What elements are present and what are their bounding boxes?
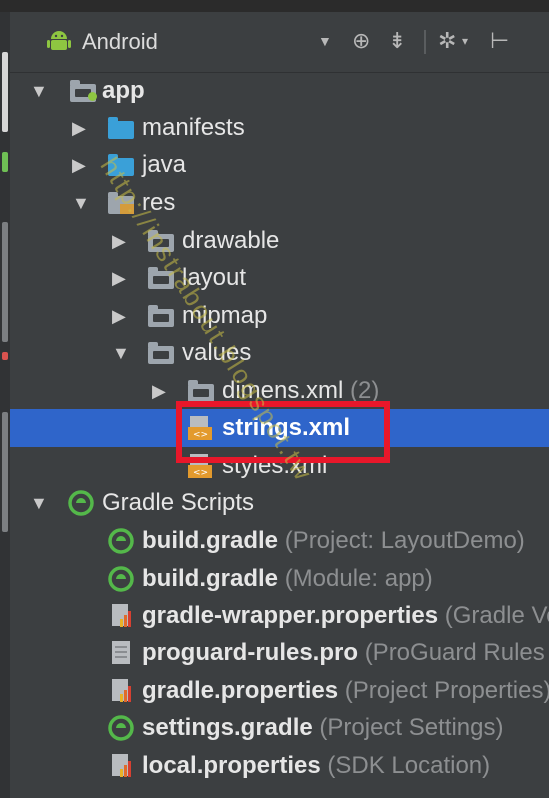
tree-label: Gradle Scripts	[102, 489, 255, 516]
collapsed-arrow-icon[interactable]: ▶	[72, 118, 86, 138]
properties-file-icon	[112, 754, 131, 777]
tree-label-wrap: gradle-wrapper.properties (Gradle Versio…	[142, 602, 549, 630]
gradle-icon	[68, 490, 94, 516]
tree-label: build.gradle	[142, 527, 279, 554]
dropdown-arrow-icon[interactable]: ▼	[318, 28, 332, 54]
tree-row-mipmap[interactable]: ▶ mipmap	[10, 297, 549, 335]
tree-label-wrap: build.gradle (Project: LayoutDemo)	[142, 527, 525, 555]
collapsed-arrow-icon[interactable]: ▶	[112, 231, 126, 251]
tree-row-values[interactable]: ▼ values	[10, 334, 549, 372]
tree-row-drawable[interactable]: ▶ drawable	[10, 222, 549, 260]
tree-label-wrap: local.properties (SDK Location)	[142, 752, 490, 780]
project-panel: Android ▼ ⊕ ⇟ ✲ ▾ ⊢ ▼ app ▶ manifests ▶ …	[10, 12, 549, 798]
tree-label: app	[102, 77, 145, 104]
file-count: (2)	[350, 377, 380, 404]
tree-hint: (SDK Location)	[327, 752, 491, 779]
view-selector-label[interactable]: Android	[82, 29, 158, 55]
tree-row-app[interactable]: ▼ app	[10, 72, 549, 110]
gradle-icon	[108, 715, 134, 741]
collapsed-arrow-icon[interactable]: ▶	[72, 155, 86, 175]
tree-label-wrap: settings.gradle (Project Settings)	[142, 714, 503, 742]
tree-row-gradle-file[interactable]: gradle.properties (Project Properties)	[10, 672, 549, 710]
tree-row-gradle-file[interactable]: proguard-rules.pro (ProGuard Rules for a…	[10, 634, 549, 672]
tool-tab-indicator	[2, 152, 8, 172]
tree-hint: (Project Settings)	[319, 714, 504, 741]
tree-label: proguard-rules.pro	[142, 639, 359, 666]
tree-row-java[interactable]: ▶ java	[10, 146, 549, 184]
tree-label: java	[142, 151, 187, 178]
expand-arrow-icon[interactable]: ▼	[112, 343, 130, 363]
structure-tool-tab[interactable]	[2, 222, 8, 342]
tree-label: manifests	[142, 114, 245, 141]
collapse-icon[interactable]: ⇟	[388, 28, 406, 54]
expand-arrow-icon[interactable]: ▼	[30, 81, 48, 101]
project-toolbar: Android ▼ ⊕ ⇟ ✲ ▾ ⊢	[10, 12, 549, 73]
tree-label: settings.gradle	[142, 714, 313, 741]
tree-row-manifests[interactable]: ▶ manifests	[10, 109, 549, 147]
tree-label: gradle.properties	[142, 677, 339, 704]
tree-hint: (ProGuard Rules for app)	[364, 639, 549, 666]
collapsed-arrow-icon[interactable]: ▶	[152, 381, 166, 401]
properties-file-icon	[112, 604, 131, 627]
tool-window-strip	[0, 12, 10, 798]
gear-icon[interactable]: ✲	[438, 28, 456, 54]
tree-hint: (Project Properties)	[344, 677, 549, 704]
editor-tab-strip	[0, 0, 549, 12]
tree-row-gradle-file[interactable]: local.properties (SDK Location)	[10, 747, 549, 785]
android-icon	[47, 31, 71, 50]
text-file-icon	[112, 641, 130, 664]
tree-label: gradle-wrapper.properties	[142, 602, 439, 629]
tree-hint: (Gradle Version)	[444, 602, 549, 629]
svg-text:<>: <>	[193, 468, 208, 478]
toolbar-separator	[424, 30, 426, 54]
tree-label: build.gradle	[142, 565, 279, 592]
tree-row-gradle-file[interactable]: settings.gradle (Project Settings)	[10, 709, 549, 747]
tree-label: local.properties	[142, 752, 321, 779]
tree-hint: (Project: LayoutDemo)	[284, 527, 525, 554]
tree-label-wrap: proguard-rules.pro (ProGuard Rules for a…	[142, 639, 549, 667]
tree-row-gradle-file[interactable]: build.gradle (Module: app)	[10, 560, 549, 598]
tree-label: drawable	[182, 227, 280, 254]
gradle-icon	[108, 566, 134, 592]
expand-arrow-icon[interactable]: ▼	[72, 193, 90, 213]
tree-label-wrap: build.gradle (Module: app)	[142, 565, 433, 593]
tree-row-gradle-file[interactable]: gradle-wrapper.properties (Gradle Versio…	[10, 597, 549, 635]
captures-tool-tab[interactable]	[2, 412, 8, 532]
gear-dropdown-icon[interactable]: ▾	[462, 28, 468, 54]
project-tool-tab[interactable]	[2, 52, 8, 132]
tree-row-gradle-scripts[interactable]: ▼ Gradle Scripts	[10, 484, 549, 522]
tree-hint: (Module: app)	[284, 565, 433, 592]
collapsed-arrow-icon[interactable]: ▶	[112, 306, 126, 326]
tree-label-wrap: gradle.properties (Project Properties)	[142, 677, 549, 705]
error-indicator	[2, 352, 8, 360]
tree-row-layout[interactable]: ▶ layout	[10, 259, 549, 297]
hide-panel-icon[interactable]: ⊢	[490, 28, 509, 54]
tree-row-gradle-file[interactable]: build.gradle (Project: LayoutDemo)	[10, 522, 549, 560]
gradle-icon	[108, 528, 134, 554]
target-icon[interactable]: ⊕	[352, 28, 370, 54]
expand-arrow-icon[interactable]: ▼	[30, 493, 48, 513]
tree-row-res[interactable]: ▼ res	[10, 184, 549, 222]
collapsed-arrow-icon[interactable]: ▶	[112, 268, 126, 288]
properties-file-icon	[112, 679, 131, 702]
